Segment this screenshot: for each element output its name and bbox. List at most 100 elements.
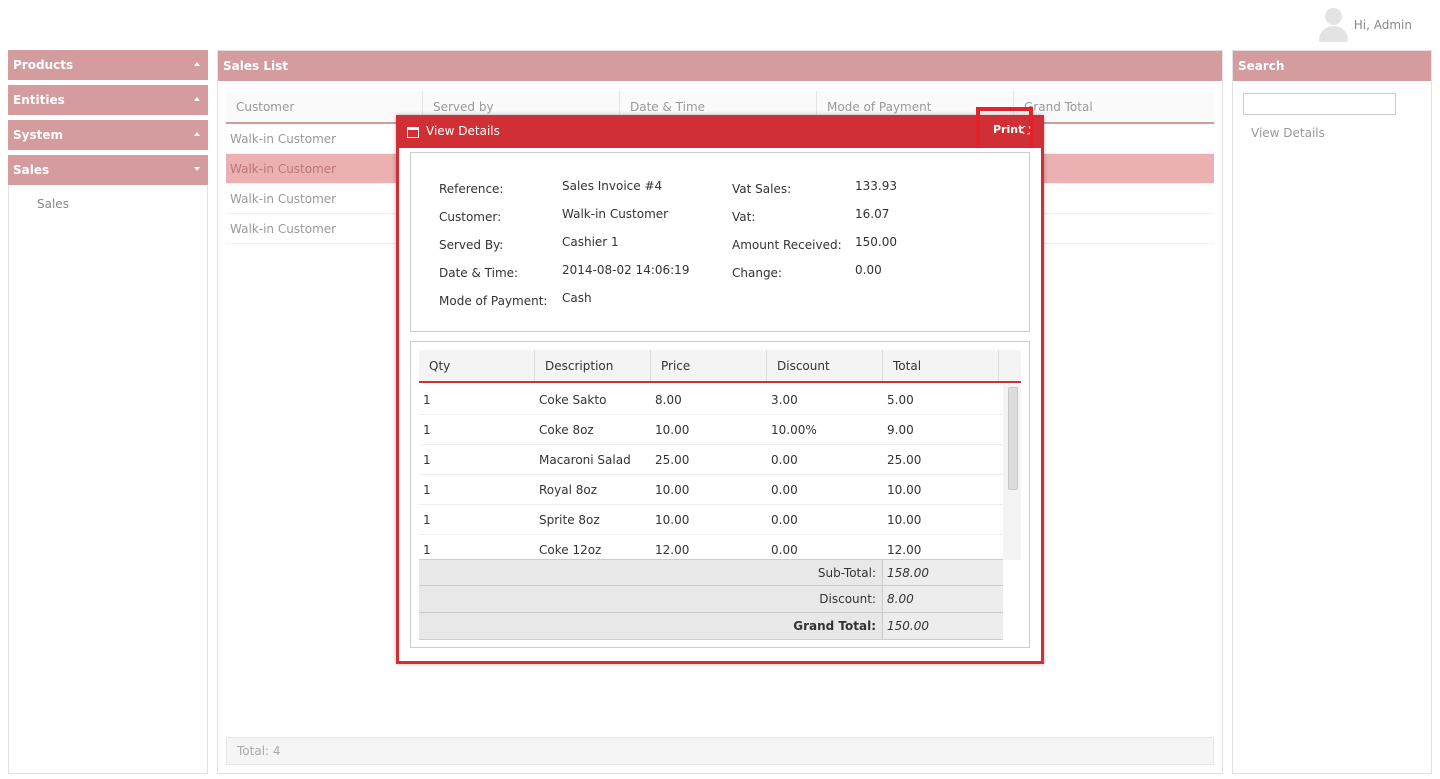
dialog-title: View Details [426,124,500,138]
customer-label: Customer: [439,210,502,224]
datetime-value: 2014-08-02 14:06:19 [562,263,690,277]
cell-description: Sprite 8oz [539,513,600,527]
table-row[interactable]: 1 Macaroni Salad 25.00 0.00 25.00 [419,445,1003,475]
sidebar-item-label: System [13,128,63,142]
sidebar-item-label: Entities [13,93,65,107]
user-menu[interactable]: Hi, Admin [1318,8,1412,42]
table-row[interactable]: 1 Royal 8oz 10.00 0.00 10.00 [419,475,1003,505]
sidebar-item-system[interactable]: System [8,120,208,150]
vat-sales-value: 133.93 [855,179,897,193]
sidebar-item-products[interactable]: Products [8,50,208,80]
table-row[interactable]: 1 Coke 8oz 10.00 10.00% 9.00 [419,415,1003,445]
chevron-up-icon [194,97,200,101]
invoice-info: Reference: Sales Invoice #4 Customer: Wa… [410,152,1030,332]
cell-customer: Walk-in Customer [230,222,337,236]
mode-label: Mode of Payment: [439,294,548,308]
vat-label: Vat: [732,210,756,224]
cell-price: 10.00 [655,423,690,437]
discount-value: 8.00 [883,586,1003,612]
cell-description: Coke 12oz [539,543,602,557]
cell-qty: 1 [423,513,431,527]
cell-price: 10.00 [655,513,690,527]
cell-price: 25.00 [655,453,690,467]
sidebar-item-label: Products [13,58,74,72]
scrollbar[interactable] [1003,385,1021,560]
maximize-icon[interactable]: ⛶ [1023,126,1030,137]
subtotal-row: Sub-Total: 158.00 [419,559,1003,586]
items-grid: Qty Description Price Discount Total 1 C… [410,341,1030,648]
column-header[interactable]: Customer [226,91,423,122]
column-header[interactable]: Qty [419,350,535,381]
cell-total: 9.00 [887,423,914,437]
cell-customer: Walk-in Customer [230,192,337,206]
panel-title: Sales List [218,51,1222,81]
grand-total-row: Grand Total: 150.00 [419,613,1003,640]
vat-value: 16.07 [855,207,890,221]
sidebar-subitem-sales[interactable]: Sales [9,185,207,225]
cell-description: Royal 8oz [539,483,598,497]
column-header[interactable]: Description [535,350,651,381]
table-row[interactable]: 1 Sprite 8oz 10.00 0.00 10.00 [419,505,1003,535]
sidebar-item-entities[interactable]: Entities [8,85,208,115]
cell-total: 5.00 [887,393,914,407]
cell-qty: 1 [423,543,431,557]
cell-price: 10.00 [655,483,690,497]
sidebar-item-label: Sales [13,163,50,177]
table-row[interactable]: 1 Coke 12oz 12.00 0.00 12.00 [419,535,1003,559]
window-icon [407,127,419,138]
discount-label: Discount: [419,586,883,612]
cell-total: 12.00 [887,543,922,557]
cell-customer: Walk-in Customer [230,132,337,146]
cell-discount: 0.00 [771,513,798,527]
cell-customer: Walk-in Customer [230,162,337,176]
top-bar: Hi, Admin [0,0,1440,46]
cell-discount: 0.00 [771,453,798,467]
column-header[interactable]: Price [651,350,767,381]
subtotal-label: Sub-Total: [419,560,883,585]
print-label: Print [993,123,1024,136]
sidebar: Products Entities System Sales Sales [8,50,208,774]
received-label: Amount Received: [732,238,842,252]
change-label: Change: [732,266,782,280]
cell-discount: 0.00 [771,543,798,557]
dialog-header[interactable]: View Details Print ⛶ [399,107,1041,156]
cell-price: 8.00 [655,393,682,407]
cell-discount: 0.00 [771,483,798,497]
cell-description: Macaroni Salad [539,453,631,467]
cell-discount: 3.00 [771,393,798,407]
grand-total-label: Grand Total: [419,613,883,639]
grand-total-value: 150.00 [883,613,1003,639]
served-value: Cashier 1 [562,235,619,249]
reference-label: Reference: [439,182,504,196]
mode-value: Cash [562,291,592,305]
sidebar-item-sales[interactable]: Sales [8,155,208,185]
reference-value: Sales Invoice #4 [562,179,663,193]
view-details-link[interactable]: View Details [1251,126,1325,140]
search-panel: Search View Details [1232,50,1432,774]
cell-discount: 10.00% [771,423,817,437]
cell-total: 10.00 [887,483,922,497]
scrollbar-thumb[interactable] [1008,387,1018,490]
cell-qty: 1 [423,483,431,497]
chevron-up-icon [194,62,200,66]
cell-description: Coke Sakto [539,393,607,407]
cell-price: 12.00 [655,543,690,557]
cell-total: 10.00 [887,513,922,527]
items-header: Qty Description Price Discount Total [419,350,1021,383]
grid-footer: Total: 4 [226,737,1214,765]
received-value: 150.00 [855,235,897,249]
cell-total: 25.00 [887,453,922,467]
user-greeting: Hi, Admin [1353,18,1412,32]
subtotal-value: 158.00 [883,560,1003,585]
column-header[interactable]: Total [883,350,999,381]
discount-row: Discount: 8.00 [419,586,1003,613]
served-label: Served By: [439,238,504,252]
table-row[interactable]: 1 Coke Sakto 8.00 3.00 5.00 [419,385,1003,415]
cell-qty: 1 [423,423,431,437]
view-details-dialog: View Details Print ⛶ Reference: Sales In… [396,107,1044,664]
column-header[interactable]: Discount [767,350,883,381]
search-input[interactable] [1243,93,1396,115]
sidebar-sales-panel: Sales [8,185,208,774]
chevron-down-icon [194,167,200,171]
panel-title: Search [1233,51,1431,81]
